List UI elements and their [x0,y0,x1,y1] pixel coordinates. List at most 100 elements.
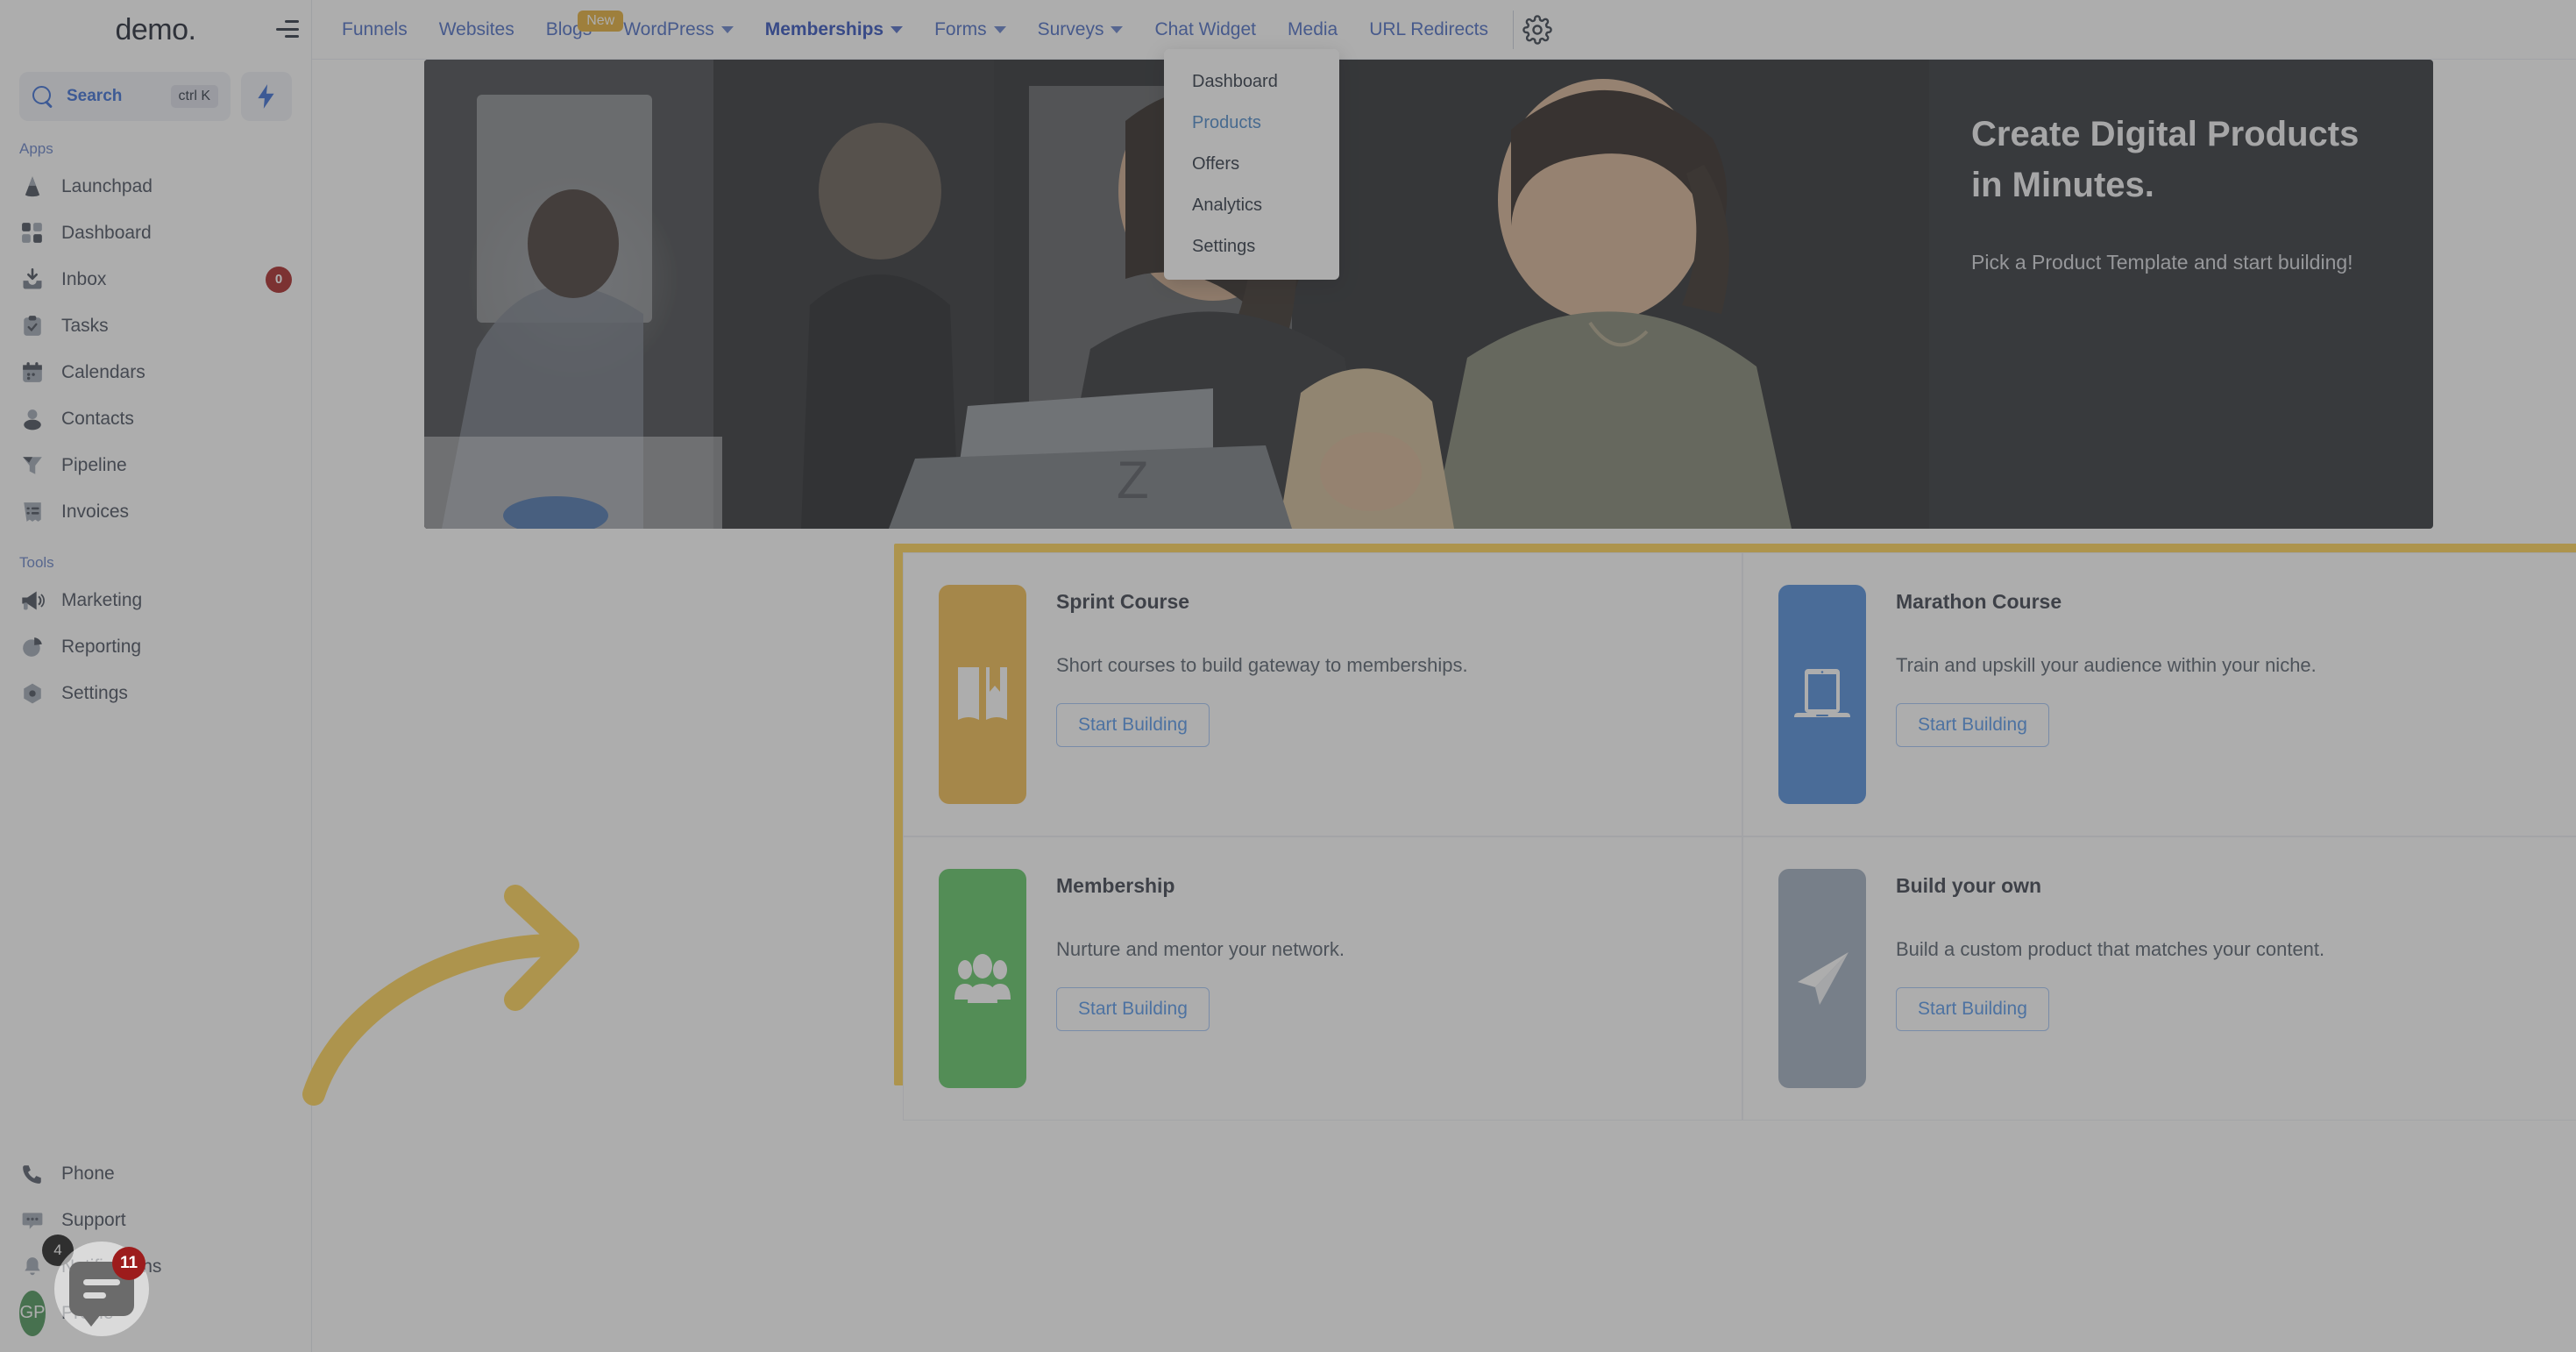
product-card-title: Marathon Course [1896,590,2062,613]
inbox-icon [19,267,46,293]
sidebar-item-marketing[interactable]: Marketing [0,577,311,623]
megaphone-icon [19,587,46,614]
collapse-sidebar-icon[interactable] [273,18,299,40]
chevron-down-icon [891,25,904,33]
hero-text-panel: Create Digital Products in Minutes. Pick… [1929,60,2433,529]
product-card-description: Train and upskill your audience within y… [1896,654,2317,676]
product-card-title: Sprint Course [1056,590,1190,613]
gear-icon[interactable] [1522,14,1552,45]
sidebar-item-label: Support [61,1209,126,1230]
dropdown-item-label: Analytics [1192,196,1263,215]
sidebar-item-label: Settings [61,682,128,703]
grid-icon [19,220,46,246]
sidebar-item-support[interactable]: Support [0,1197,311,1243]
sidebar-bottom: Phone Support 4 GP 11 [0,1150,311,1352]
sidebar-section-label-apps: Apps [19,140,53,157]
start-building-button[interactable]: Start Building [1896,987,2049,1031]
nav-item-url-redirects[interactable]: URL Redirects [1353,19,1504,40]
nav-item-memberships[interactable]: Memberships [749,19,919,40]
sidebar-item-invoices[interactable]: Invoices [0,488,311,535]
nav-label: WordPress [623,18,714,39]
nav-item-blogs[interactable]: Blogs New [530,10,624,40]
sidebar-item-launchpad[interactable]: Launchpad [0,163,311,210]
hero-title: Create Digital Products in Minutes. [1971,115,2360,204]
start-building-button[interactable]: Start Building [1056,703,1210,747]
sidebar-item-label: Marketing [61,589,143,610]
start-building-button[interactable]: Start Building [1056,987,1210,1031]
sidebar-item-contacts[interactable]: Contacts [0,395,311,442]
search-input[interactable]: Search ctrl K [19,72,231,121]
dropdown-item-label: Offers [1192,154,1240,174]
product-card-title: Membership [1056,874,1175,897]
sidebar-item-label: Dashboard [61,222,152,243]
search-row: Search ctrl K [0,72,311,121]
nav-divider [1512,10,1514,49]
nav-item-wordpress[interactable]: WordPress [607,19,749,40]
svg-text:Z: Z [1117,451,1149,509]
nav-label: Websites [438,18,514,39]
product-template-grid: Sprint Course Short courses to build gat… [903,552,2576,1121]
product-card-build-your-own[interactable]: Build your own Build a custom product th… [1742,836,2576,1121]
sidebar-item-dashboard[interactable]: Dashboard [0,210,311,256]
nav-item-funnels[interactable]: Funnels [326,19,423,40]
nav-label: Memberships [764,18,884,39]
app-root: demo. Search ctrl K Apps Launchpad Dashb… [0,0,2576,1352]
brand-row: demo. [0,0,311,60]
product-card-description: Short courses to build gateway to member… [1056,654,1468,676]
sidebar-item-calendars[interactable]: Calendars [0,349,311,395]
dropdown-item-offers[interactable]: Offers [1164,144,1339,185]
nav-item-forms[interactable]: Forms [919,19,1022,40]
dropdown-item-dashboard[interactable]: Dashboard [1164,61,1339,103]
sidebar-item-phone[interactable]: Phone [0,1150,311,1197]
dropdown-item-settings[interactable]: Settings [1164,226,1339,267]
sidebar-item-settings[interactable]: Settings [0,670,311,716]
product-card-marathon-course[interactable]: Marathon Course Train and upskill your a… [1742,552,2576,836]
dropdown-item-analytics[interactable]: Analytics [1164,185,1339,226]
sidebar-item-reporting[interactable]: Reporting [0,623,311,670]
paper-plane-icon [1778,869,1866,1088]
nav-label: Forms [934,18,987,39]
start-building-button[interactable]: Start Building [1896,703,2049,747]
dropdown-item-label: Dashboard [1192,72,1278,91]
sidebar-item-tasks[interactable]: Tasks [0,302,311,349]
nav-item-media[interactable]: Media [1272,19,1353,40]
sidebar-item-notifications[interactable]: 4 Notifications [0,1235,311,1290]
dropdown-item-products[interactable]: Products [1164,103,1339,144]
sidebar-item-profile[interactable]: GP Profile [0,1290,311,1336]
nav-item-chat-widget[interactable]: Chat Widget [1139,19,1272,40]
people-group-icon [939,869,1026,1088]
sidebar-item-pipeline[interactable]: Pipeline [0,442,311,488]
product-card-membership[interactable]: Membership Nurture and mentor your netwo… [903,836,1742,1121]
quick-action-button[interactable] [241,72,292,121]
clipboard-check-icon [19,313,46,339]
sidebar-item-label: Reporting [61,636,142,657]
dropdown-item-label: Settings [1192,237,1256,256]
sidebar-item-inbox[interactable]: Inbox 0 [0,256,311,302]
avatar: GP [19,1290,46,1336]
chat-widget-launcher[interactable]: 11 [54,1242,149,1336]
invoice-list-icon [19,499,46,525]
product-card-sprint-course[interactable]: Sprint Course Short courses to build gat… [903,552,1742,836]
sidebar-item-label: Launchpad [61,175,153,196]
product-card-body: Sprint Course Short courses to build gat… [1056,585,1468,747]
top-navigation: Funnels Websites Blogs New WordPress Mem… [312,0,2576,60]
open-book-bookmark-icon [939,585,1026,804]
nav-label: URL Redirects [1369,18,1488,39]
hero-banner: Z Create Digital Products in Minutes. Pi… [424,60,2433,529]
search-icon [32,85,54,108]
product-card-title: Build your own [1896,874,2042,897]
chat-dots-icon [19,1207,46,1234]
sidebar-item-label: Tasks [61,315,109,336]
chat-widget-badge: 11 [112,1247,145,1280]
nav-item-surveys[interactable]: Surveys [1022,19,1139,40]
product-card-body: Membership Nurture and mentor your netwo… [1056,869,1345,1031]
calendar-icon [19,359,46,386]
search-label: Search [67,87,123,105]
brand-logo[interactable]: demo. [115,13,196,47]
gear-hex-icon [19,680,46,707]
hero-subtitle: Pick a Product Template and start buildi… [1971,251,2353,274]
nav-item-websites[interactable]: Websites [423,19,530,40]
avatar-initials: GP [19,1290,46,1336]
person-icon [19,406,46,432]
sidebar-item-label: Contacts [61,408,134,429]
